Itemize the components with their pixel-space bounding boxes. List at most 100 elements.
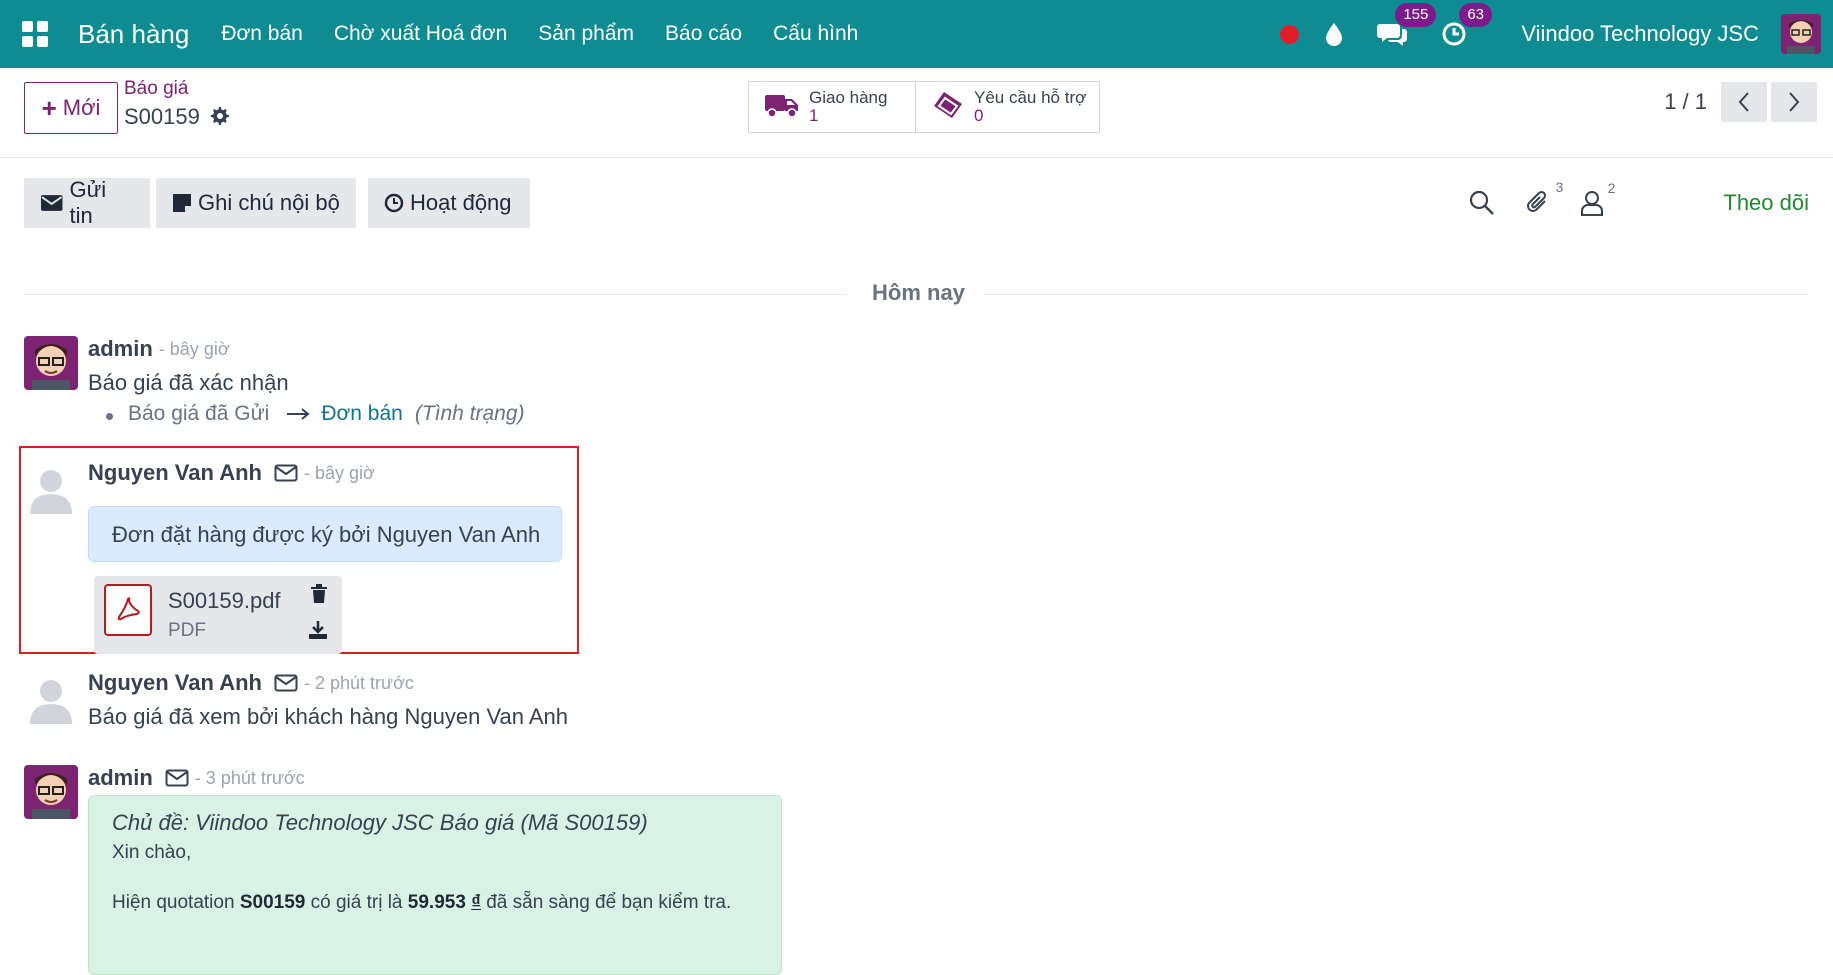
search-icon[interactable] (1469, 190, 1495, 216)
attachments-count: 3 (1555, 179, 1564, 195)
message-item: admin - bây giờ Báo giá đã xác nhận Báo … (24, 336, 724, 436)
message-body: Báo giá đã xác nhận (88, 370, 289, 395)
pdf-icon (104, 584, 152, 636)
log-note-label: Ghi chú nội bộ (198, 190, 340, 215)
new-button[interactable]: + Mới (24, 82, 118, 134)
tracking-value: Báo giá đã Gửi Đơn bán (Tình trạng) (106, 402, 525, 426)
download-icon[interactable] (308, 620, 328, 645)
day-separator: Hôm nay (24, 280, 1809, 308)
message-time: - bây giờ (158, 338, 230, 359)
new-button-label: Mới (62, 95, 101, 120)
tracking-field: (Tình trạng) (414, 402, 525, 425)
message-author[interactable]: Nguyen Van Anh (88, 460, 262, 486)
arrow-right-icon (287, 408, 310, 420)
activity-label: Hoạt động (410, 190, 512, 215)
email-message-bubble: Chủ đề: Viindoo Technology JSC Báo giá (… (88, 795, 782, 975)
followers-button[interactable]: 2 (1581, 180, 1615, 216)
message-bubble: Đơn đặt hàng được ký bởi Nguyen Van Anh (88, 506, 562, 562)
bullet-icon (106, 413, 113, 420)
chatter-toolbar: Gửi tin Ghi chú nội bộ Hoạt động 3 2 The… (24, 177, 1809, 230)
delivery-count: 1 (809, 106, 819, 125)
avatar[interactable] (24, 460, 78, 514)
chatter-topbar-right: 3 2 Theo dõi (1469, 178, 1809, 228)
user-icon (1581, 191, 1604, 216)
activity-button[interactable]: Hoạt động (368, 178, 530, 228)
apps-grid-icon[interactable] (22, 21, 48, 47)
menu-item-products[interactable]: Sản phẩm (538, 22, 634, 46)
attachment-name[interactable]: S00159.pdf (168, 588, 281, 614)
breadcrumb-current: S00159 (124, 104, 200, 129)
message-author-line: admin - 3 phút trước (88, 765, 305, 791)
breadcrumb-parent[interactable]: Báo giá (124, 78, 230, 100)
drop-icon[interactable] (1325, 22, 1343, 46)
message-author[interactable]: admin (88, 765, 153, 791)
activity-clock-icon[interactable]: 63 (1441, 3, 1492, 47)
delivery-label: Giao hàng (809, 88, 888, 107)
plus-icon: + (41, 92, 57, 123)
avatar[interactable] (24, 670, 78, 724)
support-ticket-label: Yêu cầu hỗ trợ (974, 88, 1087, 107)
avatar[interactable] (24, 336, 78, 390)
attachment-card[interactable]: S00159.pdf PDF (94, 576, 342, 654)
tracking-new-value: Đơn bán (321, 402, 403, 425)
message-author[interactable]: admin (88, 336, 153, 362)
messages-icon[interactable]: 155 (1377, 3, 1437, 47)
company-name[interactable]: Viindoo Technology JSC (1521, 21, 1759, 47)
message-time: - 3 phút trước (194, 767, 305, 788)
send-message-label: Gửi tin (69, 177, 107, 228)
support-ticket-count: 0 (974, 106, 984, 125)
attachments-button[interactable]: 3 (1525, 179, 1563, 217)
email-greeting: Xin chào, (112, 842, 192, 863)
tracking-old-value: Báo giá đã Gửi (128, 402, 270, 425)
support-ticket-smart-button[interactable]: Yêu cầu hỗ trợ 0 (916, 81, 1100, 133)
top-navbar: Bán hàng Đơn bán Chờ xuất Hoá đơn Sản ph… (0, 0, 1833, 68)
message-author-line: admin - bây giờ (88, 336, 230, 362)
message-author-line: Nguyen Van Anh - 2 phút trước (88, 670, 414, 696)
message-author[interactable]: Nguyen Van Anh (88, 670, 262, 696)
control-panel: + Mới Báo giá S00159 Giao hàng 1 Yêu cầu… (0, 68, 1833, 158)
message-time: - bây giờ (303, 462, 375, 483)
pager-previous-button[interactable] (1721, 82, 1767, 122)
app-title[interactable]: Bán hàng (78, 19, 189, 50)
breadcrumb: Báo giá S00159 (124, 78, 230, 130)
message-item: Nguyen Van Anh - 2 phút trước Báo giá đã… (24, 670, 724, 740)
attachment-type: PDF (168, 620, 206, 641)
paperclip-icon (1527, 190, 1547, 212)
trash-icon[interactable] (310, 584, 328, 609)
separator-line-right (984, 294, 1809, 295)
record-dot-icon[interactable] (1280, 24, 1300, 44)
activities-badge: 63 (1459, 3, 1492, 27)
envelope-icon (274, 674, 298, 692)
follow-button[interactable]: Theo dõi (1723, 190, 1809, 216)
separator-line-left (24, 294, 846, 295)
menu-item-to-invoice[interactable]: Chờ xuất Hoá đơn (334, 22, 507, 46)
smart-buttons: Giao hàng 1 Yêu cầu hỗ trợ 0 (748, 81, 1100, 133)
gear-icon[interactable] (210, 107, 230, 127)
delivery-smart-button[interactable]: Giao hàng 1 (748, 81, 916, 133)
email-subject: Chủ đề: Viindoo Technology JSC Báo giá (… (112, 810, 648, 835)
menu-item-configuration[interactable]: Cấu hình (773, 22, 858, 46)
clock-icon (384, 193, 404, 213)
pager: 1 / 1 (1664, 82, 1817, 122)
log-note-button[interactable]: Ghi chú nội bộ (156, 178, 356, 228)
message-item: Nguyen Van Anh - bây giờ Đơn đặt hàng đư… (24, 460, 584, 654)
message-body: Báo giá đã xem bởi khách hàng Nguyen Van… (88, 704, 569, 729)
menu-item-orders[interactable]: Đơn bán (221, 22, 303, 46)
message-item: admin - 3 phút trước Chủ đề: Viindoo Tec… (24, 765, 824, 975)
envelope-icon (165, 769, 189, 787)
pager-value[interactable]: 1 / 1 (1664, 89, 1707, 115)
envelope-icon (274, 464, 298, 482)
send-message-button[interactable]: Gửi tin (24, 177, 150, 228)
pager-next-button[interactable] (1771, 82, 1817, 122)
menu-item-reporting[interactable]: Báo cáo (665, 22, 742, 46)
user-avatar[interactable] (1781, 14, 1821, 54)
message-author-line: Nguyen Van Anh - bây giờ (88, 460, 375, 486)
chevron-right-icon (1789, 92, 1800, 112)
truck-icon (765, 91, 799, 124)
ticket-icon (932, 90, 964, 125)
avatar[interactable] (24, 765, 78, 819)
envelope-icon (40, 195, 63, 211)
message-time: - 2 phút trước (303, 672, 414, 693)
sticky-note-icon (173, 194, 191, 212)
messages-badge: 155 (1395, 3, 1437, 27)
